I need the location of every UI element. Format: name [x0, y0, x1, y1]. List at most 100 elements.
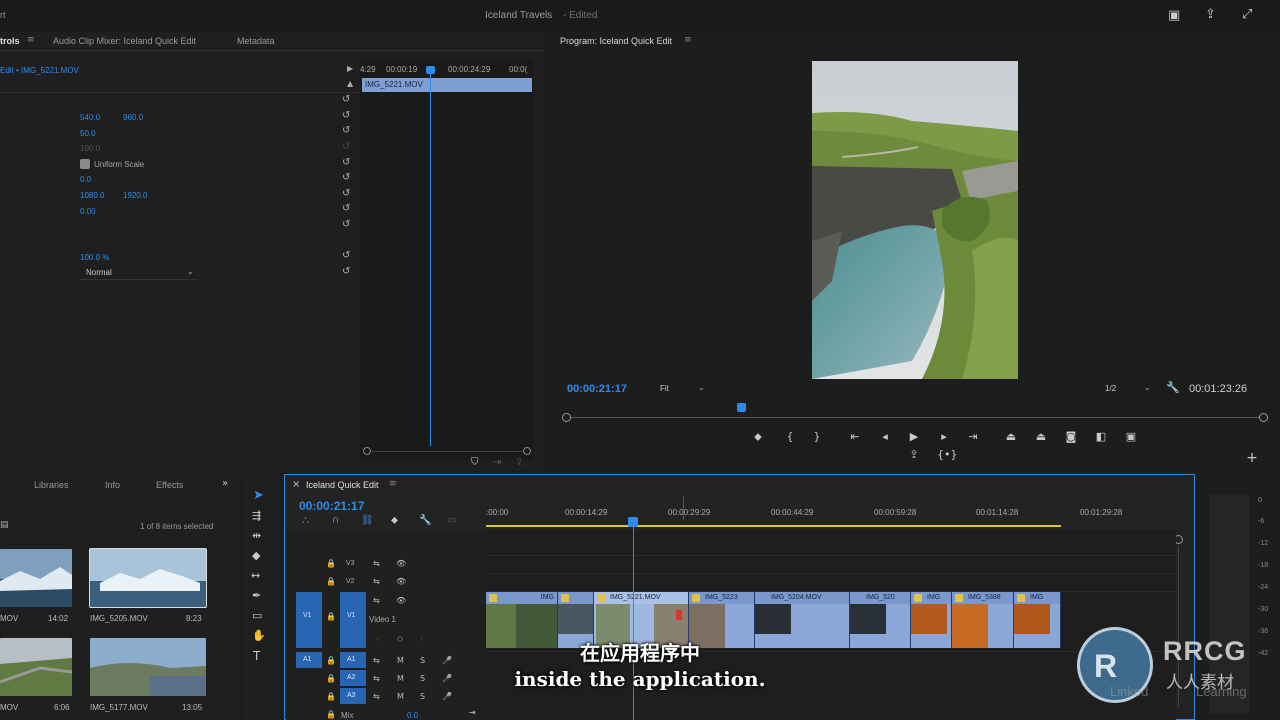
play-icon[interactable]: ▶: [907, 430, 921, 443]
add-button-icon[interactable]: +: [1245, 450, 1259, 466]
settings-wrench-icon[interactable]: 🔧: [419, 516, 431, 526]
mini-playhead-handle[interactable]: [426, 66, 435, 74]
nest-icon[interactable]: ⛬: [302, 516, 309, 526]
position-x[interactable]: 540.0: [80, 113, 100, 122]
media-thumbnail[interactable]: [0, 549, 72, 607]
snap-icon[interactable]: ∩: [332, 516, 339, 526]
share-icon[interactable]: ⇪: [1205, 8, 1216, 21]
rectangle-tool-icon[interactable]: ▭: [252, 610, 262, 621]
tab-effects[interactable]: Effects: [156, 480, 183, 490]
program-monitor-title[interactable]: Program: Iceland Quick Edit: [560, 36, 672, 46]
monitor-scrubber[interactable]: [566, 417, 1264, 418]
close-icon[interactable]: ×: [292, 480, 300, 490]
tab-effect-controls[interactable]: trols: [0, 36, 20, 46]
selection-tool-icon[interactable]: ➤: [253, 489, 264, 502]
work-area-bar[interactable]: [486, 525, 1061, 527]
eye-icon[interactable]: 👁: [396, 559, 406, 568]
razor-tool-icon[interactable]: ◆: [252, 550, 260, 561]
reset-icon[interactable]: ↺: [342, 157, 350, 168]
monitor-playhead[interactable]: [737, 403, 746, 412]
scrubber-end-handle[interactable]: [1259, 413, 1268, 422]
scrubber-start-handle[interactable]: [562, 413, 571, 422]
reset-icon[interactable]: ↺: [342, 94, 350, 105]
go-to-out-icon[interactable]: ⇥: [966, 430, 980, 443]
anchor-x[interactable]: 1080.0: [80, 191, 104, 200]
scale-value[interactable]: 50.0: [80, 129, 96, 138]
tab-libraries[interactable]: Libraries: [34, 480, 69, 490]
slip-tool-icon[interactable]: ↔: [251, 570, 260, 581]
program-video-frame[interactable]: [812, 61, 1018, 379]
uniform-scale-checkbox[interactable]: [80, 159, 90, 169]
timeline-timecode[interactable]: 00:00:21:17: [299, 499, 364, 513]
mini-clip-bar[interactable]: IMG_5221.MOV: [362, 78, 532, 92]
export-frame-icon[interactable]: ⇪: [907, 448, 921, 461]
scroll-handle-left[interactable]: [363, 447, 371, 455]
solo-icon[interactable]: S: [420, 692, 425, 701]
rotation-value[interactable]: 0.0: [80, 175, 91, 184]
tab-metadata[interactable]: Metadata: [237, 36, 275, 46]
add-marker-icon[interactable]: ⬥: [751, 430, 765, 444]
linked-selection-icon[interactable]: ⛓: [361, 516, 374, 526]
proxy-icon[interactable]: ▣: [1124, 430, 1138, 443]
reset-icon[interactable]: ↺: [342, 250, 350, 261]
reset-icon[interactable]: ↺: [342, 125, 350, 136]
sync-lock-icon[interactable]: ⇆: [373, 559, 380, 568]
lift-icon[interactable]: ⏏: [1004, 430, 1018, 443]
step-forward-icon[interactable]: ▸: [937, 430, 951, 443]
fit-dropdown[interactable]: Fit ⌄: [656, 381, 708, 395]
mark-in-icon[interactable]: {: [783, 430, 797, 443]
fullscreen-icon[interactable]: ⤢: [1242, 8, 1252, 21]
pen-tool-icon[interactable]: ✒: [252, 590, 261, 601]
lock-icon[interactable]: 🔒: [326, 710, 336, 719]
panel-menu-icon[interactable]: ≡: [684, 36, 692, 45]
filter-icon[interactable]: ⛉: [471, 458, 479, 468]
insert-icon[interactable]: {•}: [937, 448, 958, 461]
lock-icon[interactable]: 🔒: [326, 577, 336, 586]
mark-out-icon[interactable]: }: [810, 430, 824, 443]
mix-value[interactable]: 0.0: [407, 711, 418, 720]
program-timecode[interactable]: 00:00:21:17: [567, 383, 627, 395]
go-to-in-icon[interactable]: ⇤: [848, 430, 862, 443]
reset-icon[interactable]: ↺: [342, 172, 350, 183]
wrench-icon[interactable]: 🔧: [1166, 382, 1180, 393]
comparison-view-icon[interactable]: ◧: [1094, 430, 1108, 443]
sync-lock-icon[interactable]: ⇆: [373, 596, 380, 605]
reset-icon[interactable]: ↺: [342, 188, 350, 199]
blend-mode-dropdown[interactable]: Normal ⌄: [80, 266, 198, 280]
anchor-y[interactable]: 1920.0: [123, 191, 147, 200]
ripple-edit-tool-icon[interactable]: ⇹: [252, 530, 261, 541]
step-back-icon[interactable]: ◂: [878, 430, 892, 443]
panel-menu-icon[interactable]: ≡: [389, 480, 397, 489]
sync-lock-icon[interactable]: ⇆: [373, 577, 380, 586]
reset-icon[interactable]: ↺: [342, 110, 350, 121]
mute-icon[interactable]: M: [397, 692, 404, 701]
microphone-icon[interactable]: 🎤: [442, 692, 452, 701]
lock-icon[interactable]: 🔒: [326, 612, 336, 621]
scroll-handle-right[interactable]: [523, 447, 531, 455]
collapse-icon[interactable]: ▲: [347, 80, 353, 88]
sync-lock-icon[interactable]: ⇆: [373, 692, 380, 701]
track-select-tool-icon[interactable]: ⇶: [252, 510, 261, 521]
resolution-dropdown[interactable]: 1/2 ⌄: [1100, 381, 1154, 395]
eye-icon[interactable]: 👁: [396, 577, 406, 586]
panel-menu-icon[interactable]: ≡: [27, 36, 35, 45]
extract-icon[interactable]: ⏏: [1034, 430, 1048, 443]
anti-flicker-value[interactable]: 0.00: [80, 207, 96, 216]
more-panels-icon[interactable]: »: [222, 479, 228, 489]
timeline-title[interactable]: Iceland Quick Edit: [306, 480, 379, 490]
tab-audio-clip-mixer[interactable]: Audio Clip Mixer: Iceland Quick Edit: [53, 36, 196, 46]
add-marker-icon[interactable]: ⬥: [391, 516, 398, 526]
tab-info[interactable]: Info: [105, 480, 120, 490]
lock-icon[interactable]: 🔒: [326, 559, 336, 568]
opacity-value[interactable]: 100.0 %: [80, 253, 109, 262]
reset-icon[interactable]: ↺: [342, 219, 350, 230]
camera-icon[interactable]: ◙: [1064, 430, 1078, 443]
media-thumbnail-selected[interactable]: [89, 548, 207, 608]
reset-icon[interactable]: ↺: [342, 266, 350, 277]
bin-icon[interactable]: ▤: [0, 521, 9, 530]
position-y[interactable]: 960.0: [123, 113, 143, 122]
workspace-icon[interactable]: ▣: [1168, 9, 1180, 22]
go-to-end-icon[interactable]: ⇥: [469, 708, 476, 717]
play-only-icon[interactable]: ▶: [347, 65, 353, 73]
reset-icon[interactable]: ↺: [342, 203, 350, 214]
